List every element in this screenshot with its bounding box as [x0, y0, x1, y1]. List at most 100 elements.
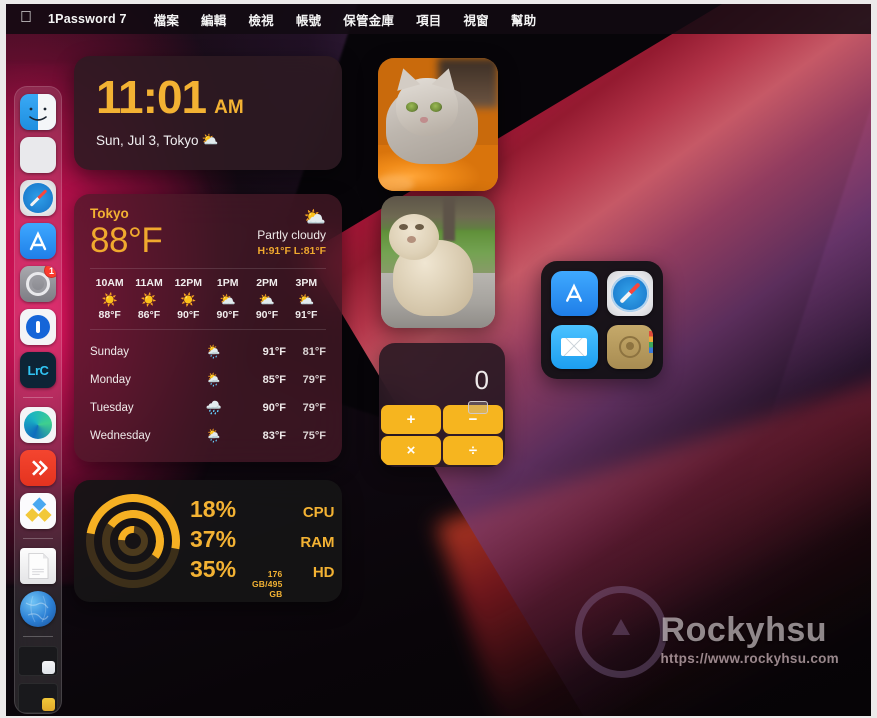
widget-photo-persian-cat[interactable]: [381, 196, 495, 328]
desktop:  1Password 7 檔案 編輯 檢視 帳號 保管金庫 項目 視窗 幫助: [0, 0, 877, 718]
menu-item-items[interactable]: 項目: [405, 10, 452, 29]
dock-item-finder[interactable]: [20, 94, 56, 130]
menu-bar:  1Password 7 檔案 編輯 檢視 帳號 保管金庫 項目 視窗 幫助: [6, 4, 871, 34]
hourly-temp: 88°F: [98, 308, 121, 321]
menu-item-help[interactable]: 幫助: [500, 10, 547, 29]
folder-app-contacts[interactable]: [606, 324, 653, 369]
hourly-cell: 2PM ⛅ 90°F: [247, 277, 286, 321]
dock-item-document[interactable]: [20, 548, 56, 584]
menu-item-app-name[interactable]: 1Password 7: [48, 12, 143, 26]
calculator-value: 0: [474, 365, 489, 395]
dock-item-system-settings[interactable]: 1: [20, 266, 56, 302]
widget-clock[interactable]: 11:01 AM Sun, Jul 3, Tokyo ⛅: [74, 56, 342, 170]
calc-key-multiply[interactable]: ×: [381, 436, 441, 465]
system-rings-graphic: [74, 480, 199, 602]
weather-condition: Partly cloudy: [257, 228, 326, 242]
hourly-cell: 1PM ⛅ 90°F: [208, 277, 247, 321]
daily-day: Monday: [90, 373, 131, 386]
dock-item-keka[interactable]: [20, 450, 56, 486]
edge-icon: [24, 411, 52, 439]
system-row-ram: 37% RAM: [190, 526, 335, 556]
dock-item-bettertouchtool[interactable]: [20, 493, 56, 529]
minimized-window-edge[interactable]: [18, 646, 58, 676]
calc-key-divide[interactable]: ÷: [443, 436, 503, 465]
dock-item-1password[interactable]: [20, 309, 56, 345]
dock-separator-2: [23, 538, 53, 539]
watermark-url: https://www.rockyhsu.com: [660, 651, 839, 666]
clock-subtitle: Sun, Jul 3, Tokyo: [96, 132, 199, 148]
daily-low: 79°F: [302, 401, 326, 414]
dock-item-launchpad[interactable]: [20, 137, 56, 173]
weather-divider-1: [90, 267, 326, 269]
folder-app-app-store[interactable]: [551, 271, 598, 316]
persian-cat-image: [381, 196, 495, 328]
weather-hourly: 10AM ☀️ 88°F 11AM ☀️ 86°F 12PM ☀️ 90°F 1…: [90, 277, 326, 321]
hourly-temp: 90°F: [216, 308, 239, 321]
dock-item-lightroom-classic[interactable]: LrC: [20, 352, 56, 388]
daily-low: 81°F: [302, 345, 326, 358]
hourly-temp: 90°F: [177, 308, 200, 321]
dock-item-safari[interactable]: [20, 180, 56, 216]
daily-low: 75°F: [302, 429, 326, 442]
calc-key-plus[interactable]: +: [381, 405, 441, 434]
rain-cloud-icon: 🌧️: [205, 399, 223, 415]
hourly-hour: 2PM: [256, 276, 278, 289]
document-icon: [28, 553, 49, 579]
partly-cloudy-icon: ⛅: [298, 291, 315, 307]
weather-header: Tokyo 88°F ⛅ Partly cloudy H:91°F L:81°F: [90, 206, 326, 260]
minimized-window-finder[interactable]: [18, 683, 58, 713]
hourly-temp: 91°F: [295, 308, 318, 321]
cpu-percent: 18%: [190, 496, 237, 522]
menu-item-view[interactable]: 檢視: [237, 10, 284, 29]
dock-item-app-store[interactable]: [20, 223, 56, 259]
watermark: Rockyhsu https://www.rockyhsu.com: [661, 613, 839, 666]
apple-icon[interactable]: : [20, 10, 32, 26]
watermark-logo: [575, 586, 667, 678]
mail-envelope-icon: [561, 337, 588, 356]
hd-label: HD: [312, 564, 335, 581]
system-row-hd: 35% 176 GB/495 GB HD: [190, 556, 335, 599]
daily-day: Tuesday: [90, 401, 134, 414]
hourly-temp: 90°F: [255, 308, 279, 321]
menu-item-account[interactable]: 帳號: [285, 10, 332, 29]
hd-detail: 176 GB/495 GB: [252, 569, 283, 599]
menu-item-file[interactable]: 檔案: [143, 10, 190, 29]
rain-sun-icon: 🌦️: [205, 343, 223, 359]
widget-photo-kitten[interactable]: [378, 58, 498, 191]
clock-row: 11:01 AM: [96, 74, 342, 120]
daily-high: 90°F: [262, 401, 286, 414]
daily-day: Sunday: [90, 345, 130, 358]
menu-item-vault[interactable]: 保管金庫: [332, 10, 405, 29]
calculator-keys: + − × ÷: [379, 405, 505, 467]
diamonds-icon: [25, 497, 52, 522]
ram-percent: 37%: [190, 526, 237, 552]
widget-system-monitor[interactable]: 18% CPU 37% RAM 35% 176 GB/495 GB HD: [74, 480, 342, 602]
hourly-hour: 1PM: [216, 276, 239, 289]
dock: 1 LrC: [14, 86, 62, 714]
sun-icon: ☀️: [140, 291, 158, 307]
rain-sun-icon: 🌦️: [205, 371, 223, 387]
widget-calculator[interactable]: 0 + − × ÷: [379, 343, 505, 467]
dock-separator-3: [23, 636, 53, 637]
settings-badge: 1: [44, 266, 56, 278]
hourly-cell: 12PM ☀️ 90°F: [169, 277, 208, 321]
menu-item-window[interactable]: 視窗: [452, 10, 499, 29]
folder-app-safari[interactable]: [606, 271, 653, 316]
widget-weather[interactable]: Tokyo 88°F ⛅ Partly cloudy H:91°F L:81°F…: [74, 194, 342, 462]
hourly-hour: 11AM: [135, 276, 163, 289]
calculator-display: 0: [379, 343, 505, 414]
dock-item-microsoft-edge[interactable]: [20, 407, 56, 443]
1password-icon: [26, 315, 50, 339]
kitten-image: [378, 58, 498, 191]
daily-high: 91°F: [262, 345, 286, 358]
dock-item-network-globe[interactable]: [20, 591, 56, 627]
sun-icon: ☀️: [101, 291, 118, 307]
daily-high: 83°F: [262, 429, 286, 442]
hourly-cell: 10AM ☀️ 88°F: [90, 277, 129, 321]
daily-row: Monday 🌦️ 85°F 79°F: [90, 366, 326, 394]
dock-separator-1: [23, 397, 53, 398]
hourly-hour: 3PM: [295, 276, 318, 289]
widget-app-folder[interactable]: [541, 261, 663, 379]
folder-app-mail[interactable]: [551, 324, 598, 369]
menu-item-edit[interactable]: 編輯: [190, 10, 237, 29]
